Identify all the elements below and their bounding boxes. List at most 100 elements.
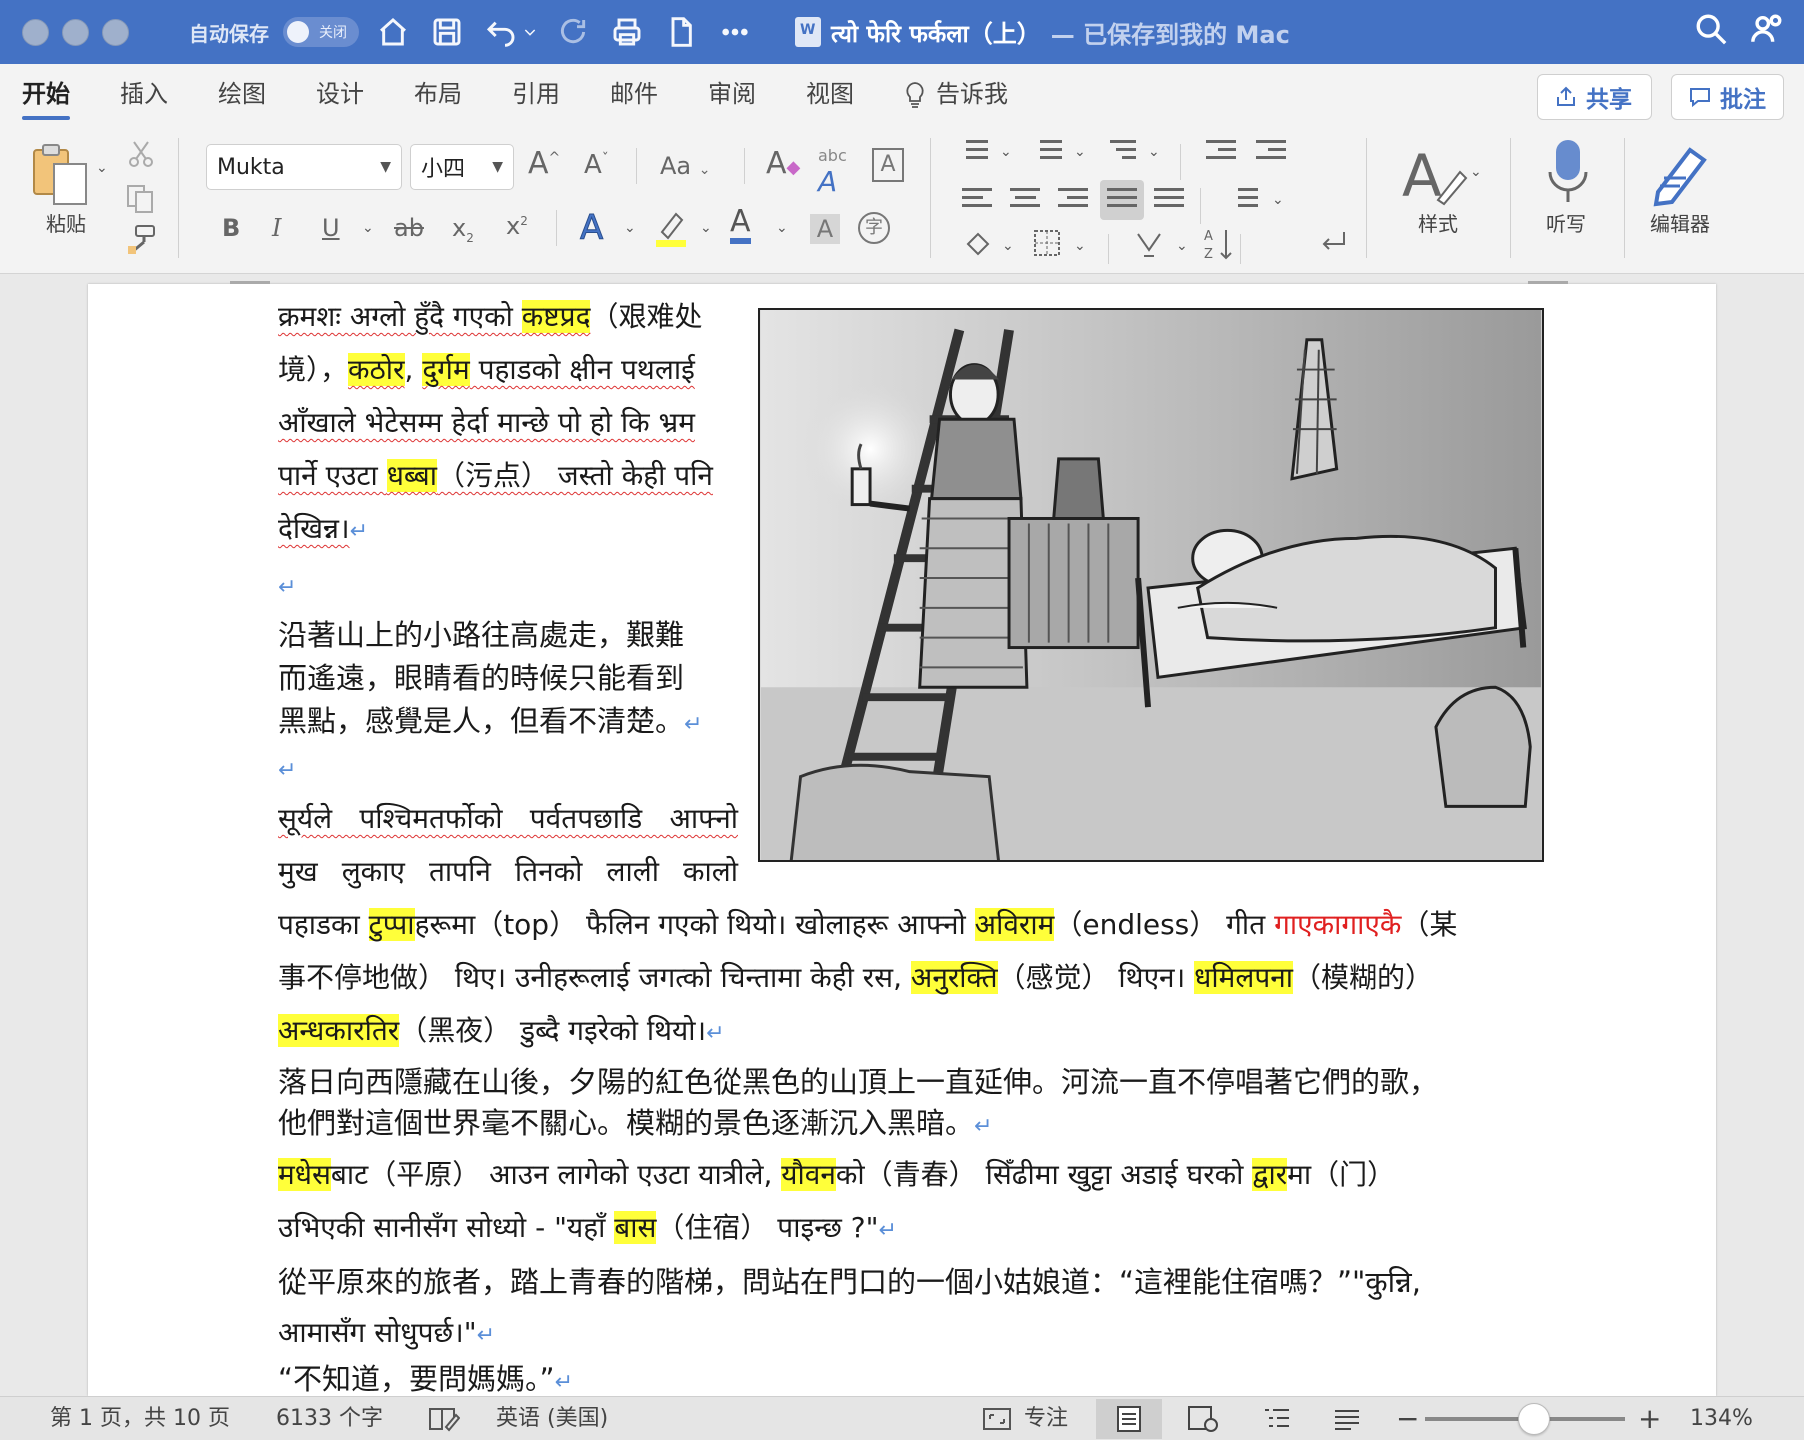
comments-button[interactable]: 批注 bbox=[1671, 74, 1784, 120]
bullets-dropdown-icon[interactable]: ⌄ bbox=[1000, 144, 1012, 160]
numbering-icon[interactable] bbox=[1032, 140, 1062, 166]
translation-3[interactable]: 從平原來的旅者，踏上青春的階梯，問站在門口的一個小姑娘道：“這裡能住宿嗎？”"क… bbox=[278, 1256, 1548, 1401]
language-indicator[interactable]: 英语 (美国) bbox=[496, 1397, 608, 1440]
undo-icon[interactable] bbox=[481, 12, 521, 52]
translation-2[interactable]: 落日向西隱藏在山後，夕陽的紅色從黑色的山頂上一直延伸。河流一直不停唱著它們的歌，… bbox=[278, 1062, 1548, 1147]
copy-icon[interactable] bbox=[126, 184, 156, 214]
strikethrough-button[interactable]: ab bbox=[394, 214, 424, 242]
highlight-dropdown-icon[interactable]: ⌄ bbox=[700, 220, 712, 236]
paste-dropdown-icon[interactable]: ⌄ bbox=[96, 160, 108, 176]
tab-home[interactable]: 开始 bbox=[22, 64, 70, 124]
underline-dropdown-icon[interactable]: ⌄ bbox=[362, 220, 374, 236]
multilevel-dropdown-icon[interactable]: ⌄ bbox=[1148, 144, 1160, 160]
align-right-icon[interactable] bbox=[1058, 188, 1088, 214]
zoom-out-icon[interactable]: − bbox=[1396, 1397, 1419, 1440]
justify-button[interactable] bbox=[1100, 180, 1144, 220]
grow-font-icon[interactable]: A^ bbox=[528, 146, 560, 181]
show-formatting-icon[interactable] bbox=[1316, 226, 1350, 260]
bullets-icon[interactable] bbox=[958, 140, 988, 166]
borders-dropdown-icon[interactable]: ⌄ bbox=[1074, 238, 1086, 254]
character-border-icon[interactable]: A bbox=[872, 148, 904, 182]
story-illustration[interactable] bbox=[758, 308, 1544, 862]
character-shading-icon[interactable]: A bbox=[810, 214, 840, 244]
save-status[interactable]: — 已保存到我的 Mac bbox=[1051, 15, 1290, 50]
focus-icon[interactable] bbox=[982, 1407, 1012, 1431]
chinese-layout-dropdown-icon[interactable]: ⌄ bbox=[1176, 238, 1188, 254]
shading-icon[interactable] bbox=[962, 228, 992, 258]
text-effects-dropdown-icon[interactable]: ⌄ bbox=[624, 220, 636, 236]
numbering-dropdown-icon[interactable]: ⌄ bbox=[1074, 144, 1086, 160]
font-name-select[interactable]: Mukta ▼ bbox=[206, 144, 402, 190]
save-icon[interactable] bbox=[427, 12, 467, 52]
minimize-window-button[interactable] bbox=[62, 18, 89, 46]
text-effects-icon[interactable]: A bbox=[579, 208, 603, 249]
sort-icon[interactable]: AZ bbox=[1202, 226, 1236, 262]
styles-icon[interactable]: A bbox=[1398, 142, 1470, 210]
line-spacing-dropdown-icon[interactable]: ⌄ bbox=[1272, 192, 1284, 208]
subscript-button[interactable]: x2 bbox=[452, 214, 474, 245]
search-icon[interactable] bbox=[1694, 12, 1728, 46]
paragraph-3[interactable]: मधेसबाट（平原） आउन लागेको एउटा यात्रीले, यौ… bbox=[278, 1148, 1548, 1257]
proofing-icon[interactable] bbox=[428, 1405, 460, 1433]
paste-icon[interactable] bbox=[30, 142, 92, 206]
word-count[interactable]: 6133 个字 bbox=[276, 1397, 383, 1440]
text-effects-abc-icon[interactable]: abc A bbox=[818, 146, 847, 198]
redo-icon[interactable] bbox=[553, 12, 593, 52]
shading-dropdown-icon[interactable]: ⌄ bbox=[1002, 238, 1014, 254]
align-left-icon[interactable] bbox=[962, 188, 992, 214]
format-painter-icon[interactable] bbox=[126, 224, 158, 256]
share-button[interactable]: 共享 bbox=[1537, 74, 1652, 120]
tell-me[interactable]: 告诉我 bbox=[904, 64, 1008, 124]
tab-references[interactable]: 引用 bbox=[512, 64, 560, 124]
editor-icon[interactable] bbox=[1650, 138, 1716, 208]
enclose-characters-icon[interactable]: 字 bbox=[858, 212, 890, 244]
web-layout-view-button[interactable] bbox=[1170, 1399, 1236, 1439]
line-spacing-icon[interactable] bbox=[1228, 188, 1258, 214]
font-color-icon[interactable]: A bbox=[730, 206, 751, 244]
borders-icon[interactable] bbox=[1032, 228, 1062, 258]
new-document-icon[interactable] bbox=[661, 12, 701, 52]
tab-review[interactable]: 审阅 bbox=[708, 64, 756, 124]
zoom-level[interactable]: 134% bbox=[1690, 1397, 1753, 1440]
undo-dropdown-icon[interactable] bbox=[521, 12, 539, 52]
print-icon[interactable] bbox=[607, 12, 647, 52]
microphone-icon[interactable] bbox=[1544, 138, 1592, 208]
close-window-button[interactable] bbox=[22, 18, 49, 46]
increase-indent-icon[interactable] bbox=[1256, 140, 1286, 166]
paragraph-1[interactable]: क्रमशः अग्लो हुँदै गएको कष्टप्रद（艰难处 境），… bbox=[278, 290, 738, 614]
underline-button[interactable]: U bbox=[322, 214, 340, 242]
align-center-icon[interactable] bbox=[1010, 188, 1040, 214]
zoom-window-button[interactable] bbox=[102, 18, 129, 46]
styles-dropdown-icon[interactable]: ⌄ bbox=[1470, 164, 1482, 180]
italic-button[interactable]: I bbox=[272, 214, 281, 242]
account-icon[interactable] bbox=[1750, 12, 1784, 46]
zoom-in-icon[interactable]: + bbox=[1638, 1397, 1661, 1440]
paragraph-2[interactable]: पहाडका टुप्पाहरूमा（top） फैलिन गएको थियो।… bbox=[278, 898, 1548, 1060]
distributed-icon[interactable] bbox=[1154, 188, 1184, 214]
tab-view[interactable]: 视图 bbox=[806, 64, 854, 124]
font-size-select[interactable]: 小四 ▼ bbox=[410, 144, 514, 190]
paragraph-2-wrap[interactable]: सूर्यले पश्चिमतर्फोको पर्वतपछाडि आफ्नो म… bbox=[278, 792, 738, 898]
focus-label[interactable]: 专注 bbox=[1024, 1397, 1068, 1440]
home-icon[interactable] bbox=[373, 12, 413, 52]
draft-view-button[interactable] bbox=[1314, 1399, 1380, 1439]
tab-draw[interactable]: 绘图 bbox=[218, 64, 266, 124]
font-color-dropdown-icon[interactable]: ⌄ bbox=[776, 220, 788, 236]
multilevel-list-icon[interactable] bbox=[1106, 140, 1136, 166]
change-case-button[interactable]: Aa ⌄ bbox=[660, 152, 711, 180]
autosave-toggle[interactable]: 关闭 bbox=[283, 17, 359, 47]
bold-button[interactable]: B bbox=[222, 214, 240, 242]
zoom-slider-handle[interactable] bbox=[1518, 1403, 1550, 1435]
more-icon[interactable] bbox=[715, 12, 755, 52]
outline-view-button[interactable] bbox=[1244, 1399, 1310, 1439]
page-indicator[interactable]: 第 1 页，共 10 页 bbox=[50, 1397, 230, 1440]
highlight-color-icon[interactable] bbox=[654, 208, 688, 248]
tab-mailings[interactable]: 邮件 bbox=[610, 64, 658, 124]
translation-1[interactable]: 沿著山上的小路往高處走，艱難 而遙遠，眼睛看的時候只能看到 黑點，感覺是人，但看… bbox=[278, 614, 748, 792]
print-layout-view-button[interactable] bbox=[1096, 1399, 1162, 1439]
shrink-font-icon[interactable]: Aˇ bbox=[584, 150, 609, 180]
clear-formatting-icon[interactable]: A◆ bbox=[766, 146, 800, 181]
chinese-layout-icon[interactable] bbox=[1132, 228, 1166, 260]
superscript-button[interactable]: x2 bbox=[506, 212, 528, 240]
tab-design[interactable]: 设计 bbox=[316, 64, 364, 124]
